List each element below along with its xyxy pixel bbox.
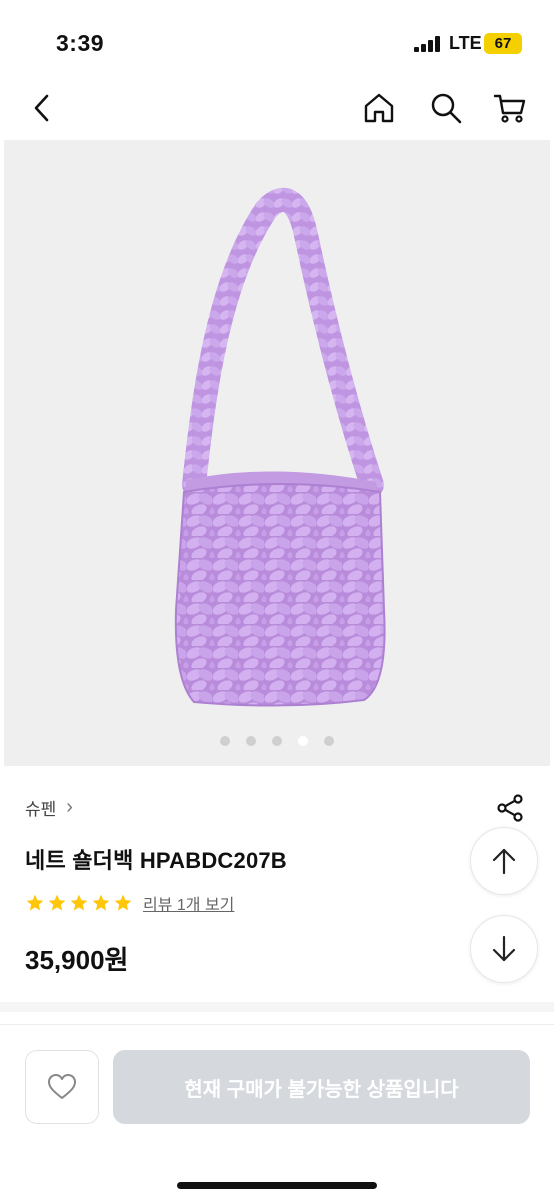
battery-indicator: 67 [484, 33, 522, 54]
star-icon [70, 894, 88, 911]
star-icon [92, 894, 110, 911]
product-title: 네트 숄더백 HPABDC207B [25, 848, 287, 873]
review-link[interactable]: 리뷰 1개 보기 [143, 891, 234, 915]
wishlist-button[interactable] [25, 1050, 99, 1124]
chevron-left-icon [34, 94, 49, 122]
arrow-up-icon [492, 848, 516, 875]
rating: 리뷰 1개 보기 [25, 891, 234, 915]
chevron-right-icon: › [66, 796, 73, 818]
product-image[interactable] [4, 140, 550, 766]
image-pagination [0, 736, 554, 750]
section-divider [0, 1002, 554, 1012]
buy-button-disabled[interactable]: 현재 구매가 불가능한 상품입니다 [113, 1050, 530, 1124]
heart-icon [48, 1074, 76, 1099]
brand-name: 슈펜 [25, 800, 57, 819]
pagination-dot[interactable] [324, 736, 334, 746]
rating-stars [25, 893, 135, 913]
bottom-bar-border [0, 1024, 554, 1025]
star-icon [26, 894, 44, 911]
share-icon [497, 794, 523, 822]
cart-button[interactable] [488, 86, 532, 130]
signal-icon [414, 36, 442, 52]
product-price: 35,900원 [25, 945, 129, 975]
status-bar: 3:39 LTE 67 [0, 0, 554, 82]
search-icon [431, 93, 462, 124]
network-type: LTE [449, 33, 482, 53]
scroll-up-button[interactable] [470, 827, 538, 895]
star-icon [48, 894, 66, 911]
back-button[interactable] [20, 86, 64, 130]
search-button[interactable] [424, 86, 468, 130]
pagination-dot[interactable] [298, 736, 308, 746]
home-button[interactable] [357, 86, 401, 130]
pagination-dot[interactable] [246, 736, 256, 746]
nav-bar [0, 82, 554, 138]
scroll-down-button[interactable] [470, 915, 538, 983]
star-icon [114, 894, 132, 911]
share-button[interactable] [490, 788, 530, 828]
arrow-down-icon [492, 935, 516, 962]
cart-icon [493, 94, 526, 123]
brand-link[interactable]: 슈펜 › [25, 795, 73, 820]
pagination-dot[interactable] [272, 736, 282, 746]
home-indicator [177, 1182, 377, 1189]
home-icon [364, 93, 394, 123]
crochet-bag-image [174, 187, 386, 707]
status-time: 3:39 [56, 30, 105, 56]
pagination-dot[interactable] [220, 736, 230, 746]
